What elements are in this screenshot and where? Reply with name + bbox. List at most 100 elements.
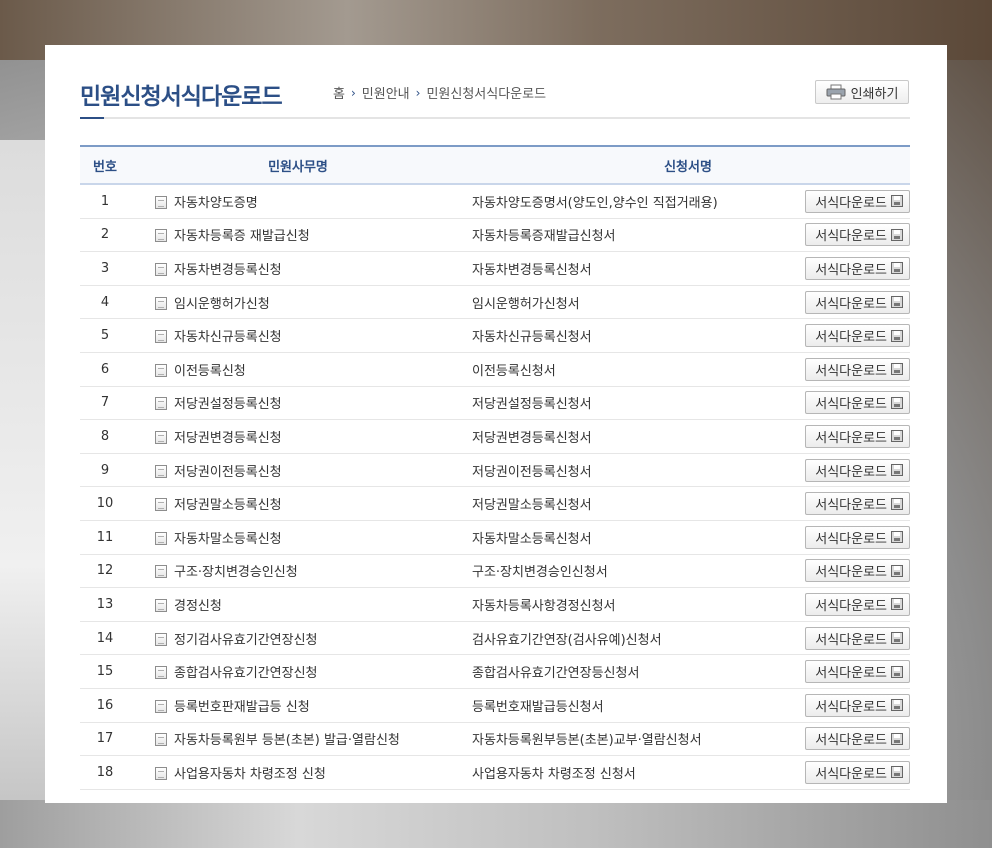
download-button-label: 서식다운로드 xyxy=(815,666,887,682)
row-action: 서식다운로드 xyxy=(776,486,910,521)
document-icon xyxy=(155,565,167,579)
row-form-name: 자동차등록사항경정신청서 xyxy=(466,587,776,622)
form-download-button[interactable]: 서식다운로드 xyxy=(805,525,910,549)
download-button-label: 서식다운로드 xyxy=(815,430,887,446)
row-form-name: 자동차변경등록신청서 xyxy=(466,251,776,286)
save-disk-icon xyxy=(891,699,903,712)
save-disk-icon xyxy=(891,464,903,477)
form-download-button[interactable]: 서식다운로드 xyxy=(805,492,910,516)
form-download-button[interactable]: 서식다운로드 xyxy=(805,357,910,381)
row-number: 4 xyxy=(80,285,130,320)
form-download-button[interactable]: 서식다운로드 xyxy=(805,223,910,247)
row-form-name: 구조·장치변경승인신청서 xyxy=(466,554,776,589)
form-download-button[interactable]: 서식다운로드 xyxy=(805,290,910,314)
row-action: 서식다운로드 xyxy=(776,587,910,622)
row-number: 7 xyxy=(80,386,130,421)
save-disk-icon xyxy=(891,632,903,645)
document-icon xyxy=(155,195,167,209)
table-row: 18 사업용자동차 차령조정 신청 사업용자동차 차령조정 신청서 서식다운로드 xyxy=(80,755,910,790)
row-form-name: 등록번호재발급등신청서 xyxy=(466,688,776,723)
download-button-label: 서식다운로드 xyxy=(815,565,887,581)
header-form-name: 신청서명 xyxy=(466,145,910,185)
form-download-button[interactable]: 서식다운로드 xyxy=(805,693,910,717)
form-download-button[interactable]: 서식다운로드 xyxy=(805,760,910,784)
row-civil-affair-label: 저당권말소등록신청 xyxy=(174,498,282,514)
form-download-button[interactable]: 서식다운로드 xyxy=(805,458,910,482)
row-form-name: 이전등록신청서 xyxy=(466,352,776,387)
row-civil-affair-name: 등록번호판재발급등 신청 xyxy=(130,688,466,723)
form-download-button[interactable]: 서식다운로드 xyxy=(805,189,910,213)
row-civil-affair-label: 경정신청 xyxy=(174,598,222,614)
row-civil-affair-label: 자동차등록증 재발급신청 xyxy=(174,229,310,245)
header-civil-affair-name: 민원사무명 xyxy=(130,145,466,185)
download-button-label: 서식다운로드 xyxy=(815,397,887,413)
row-civil-affair-name: 이전등록신청 xyxy=(130,352,466,387)
row-civil-affair-label: 저당권변경등록신청 xyxy=(174,430,282,446)
row-action: 서식다운로드 xyxy=(776,419,910,454)
row-civil-affair-label: 임시운행허가신청 xyxy=(174,296,270,312)
save-disk-icon xyxy=(891,598,903,611)
form-download-button[interactable]: 서식다운로드 xyxy=(805,256,910,280)
row-action: 서식다운로드 xyxy=(776,184,910,219)
row-form-name: 임시운행허가신청서 xyxy=(466,285,776,320)
save-disk-icon xyxy=(891,665,903,678)
forms-table: 번호 민원사무명 신청서명 1 자동차양도증명 자동차양도증명서(양도인,양수인 직… xyxy=(80,145,910,790)
row-civil-affair-label: 정기검사유효기간연장신청 xyxy=(174,632,318,648)
row-number: 6 xyxy=(80,352,130,387)
table-row: 15 종합검사유효기간연장신청 종합검사유효기간연장등신청서 서식다운로드 xyxy=(80,654,910,689)
row-number: 2 xyxy=(80,218,130,253)
row-action: 서식다운로드 xyxy=(776,554,910,589)
row-civil-affair-label: 자동차양도증명 xyxy=(174,195,258,211)
save-disk-icon xyxy=(891,564,903,577)
row-civil-affair-name: 자동차변경등록신청 xyxy=(130,251,466,286)
download-button-label: 서식다운로드 xyxy=(815,632,887,648)
form-download-button[interactable]: 서식다운로드 xyxy=(805,324,910,348)
row-action: 서식다운로드 xyxy=(776,318,910,353)
breadcrumb-civil-guide[interactable]: 민원안내 xyxy=(362,83,410,102)
document-icon xyxy=(155,699,167,713)
row-civil-affair-label: 자동차신규등록신청 xyxy=(174,330,282,346)
download-button-label: 서식다운로드 xyxy=(815,598,887,614)
document-icon xyxy=(155,531,167,545)
row-civil-affair-name: 저당권변경등록신청 xyxy=(130,419,466,454)
row-civil-affair-name: 자동차양도증명 xyxy=(130,184,466,219)
chevron-right-icon: › xyxy=(350,85,356,100)
form-download-button[interactable]: 서식다운로드 xyxy=(805,592,910,616)
table-row: 8 저당권변경등록신청 저당권변경등록신청서 서식다운로드 xyxy=(80,419,910,454)
row-civil-affair-name: 자동차말소등록신청 xyxy=(130,520,466,555)
save-disk-icon xyxy=(891,262,903,275)
row-form-name: 저당권설정등록신청서 xyxy=(466,386,776,421)
form-download-button[interactable]: 서식다운로드 xyxy=(805,424,910,448)
form-download-button[interactable]: 서식다운로드 xyxy=(805,559,910,583)
document-icon xyxy=(155,262,167,276)
row-number: 11 xyxy=(80,520,130,555)
print-button[interactable]: 인쇄하기 xyxy=(815,80,909,104)
table-row: 4 임시운행허가신청 임시운행허가신청서 서식다운로드 xyxy=(80,285,910,320)
row-number: 1 xyxy=(80,184,130,219)
download-button-label: 서식다운로드 xyxy=(815,296,887,312)
row-number: 8 xyxy=(80,419,130,454)
breadcrumb-home[interactable]: 홈 xyxy=(333,83,345,102)
form-download-button[interactable]: 서식다운로드 xyxy=(805,391,910,415)
download-button-label: 서식다운로드 xyxy=(815,330,887,346)
background-photo-bottom xyxy=(0,800,992,848)
form-download-button[interactable]: 서식다운로드 xyxy=(805,626,910,650)
row-action: 서식다운로드 xyxy=(776,386,910,421)
table-row: 3 자동차변경등록신청 자동차변경등록신청서 서식다운로드 xyxy=(80,251,910,286)
row-number: 17 xyxy=(80,722,130,757)
table-row: 14 정기검사유효기간연장신청 검사유효기간연장(검사유예)신청서 서식다운로드 xyxy=(80,621,910,656)
document-icon xyxy=(155,397,167,411)
save-disk-icon xyxy=(891,531,903,544)
row-action: 서식다운로드 xyxy=(776,722,910,757)
breadcrumb: 홈 › 민원안내 › 민원신청서식다운로드 xyxy=(333,83,546,103)
document-icon xyxy=(155,330,167,344)
row-form-name: 종합검사유효기간연장등신청서 xyxy=(466,654,776,689)
form-download-button[interactable]: 서식다운로드 xyxy=(805,727,910,751)
row-civil-affair-label: 이전등록신청 xyxy=(174,363,246,379)
save-disk-icon xyxy=(891,296,903,309)
save-disk-icon xyxy=(891,363,903,376)
document-icon xyxy=(155,430,167,444)
row-form-name: 저당권말소등록신청서 xyxy=(466,486,776,521)
row-civil-affair-label: 종합검사유효기간연장신청 xyxy=(174,666,318,682)
form-download-button[interactable]: 서식다운로드 xyxy=(805,660,910,684)
